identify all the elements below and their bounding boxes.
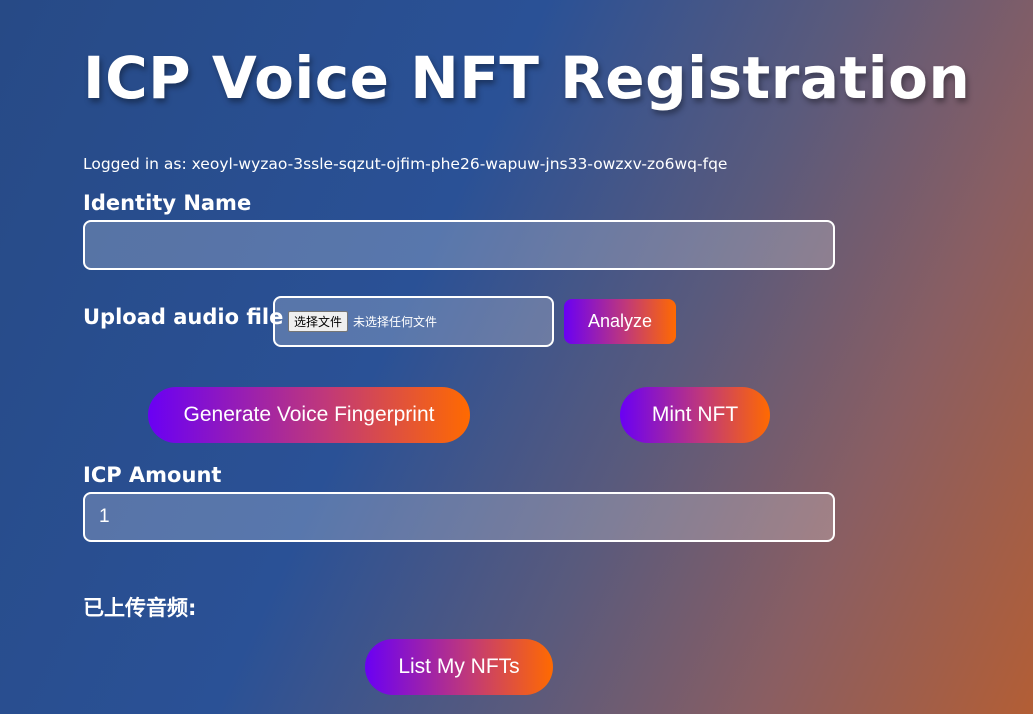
choose-file-button[interactable]: 选择文件 xyxy=(288,311,349,332)
icp-amount-label: ICP Amount xyxy=(83,463,222,487)
audio-file-input[interactable]: 选择文件 未选择任何文件 xyxy=(273,296,554,347)
icp-amount-input[interactable] xyxy=(83,492,835,542)
mint-nft-button[interactable]: Mint NFT xyxy=(620,387,770,443)
list-nfts-button[interactable]: List My NFTs xyxy=(365,639,553,695)
analyze-button[interactable]: Analyze xyxy=(564,299,676,344)
identity-name-label: Identity Name xyxy=(83,191,252,215)
generate-fingerprint-button[interactable]: Generate Voice Fingerprint xyxy=(148,387,470,443)
page-title: ICP Voice NFT Registration xyxy=(83,44,971,112)
uploaded-audio-heading: 已上传音频: xyxy=(83,596,197,620)
upload-audio-label: Upload audio file xyxy=(83,305,284,329)
logged-in-text: Logged in as: xeoyl-wyzao-3ssle-sqzut-oj… xyxy=(83,155,728,173)
identity-name-input[interactable] xyxy=(83,220,835,270)
file-status-text: 未选择任何文件 xyxy=(353,315,438,329)
